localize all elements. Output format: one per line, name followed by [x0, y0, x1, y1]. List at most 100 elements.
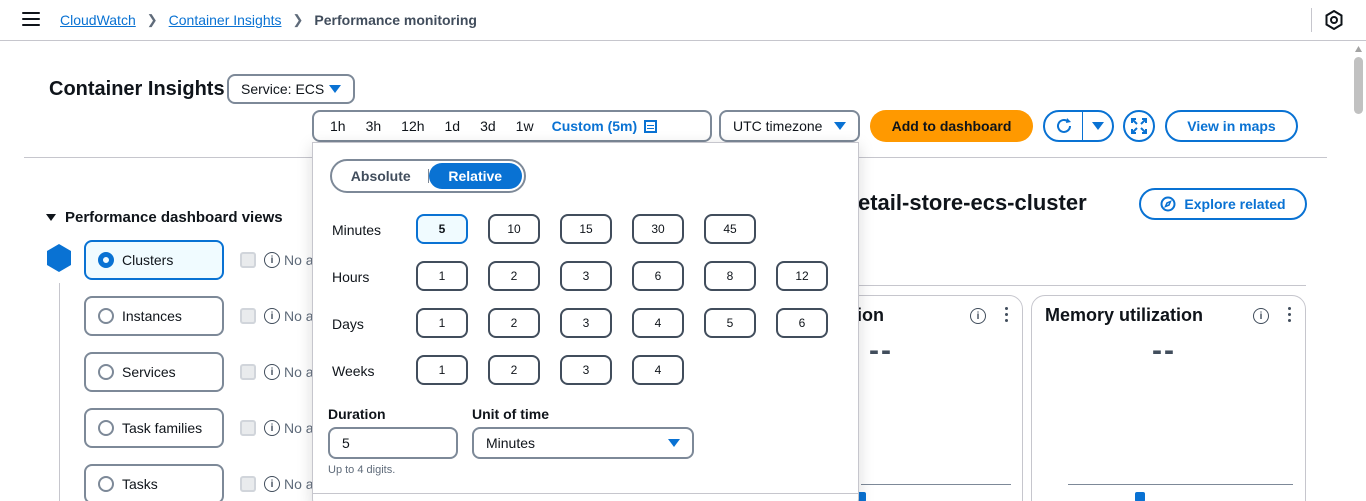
breadcrumb-container-insights[interactable]: Container Insights	[169, 12, 282, 28]
timezone-value: UTC timezone	[733, 118, 823, 134]
row-checkbox[interactable]	[240, 364, 256, 380]
chip-hours-12[interactable]: 12	[776, 261, 828, 291]
row-checkbox[interactable]	[240, 252, 256, 268]
chip-days-6[interactable]: 6	[776, 308, 828, 338]
chip-days-4[interactable]: 4	[632, 308, 684, 338]
mode-relative[interactable]: Relative	[428, 163, 522, 189]
chart-axis	[1068, 484, 1293, 485]
chip-hours-8[interactable]: 8	[704, 261, 756, 291]
cluster-name-heading: etail-store-ecs-cluster	[858, 190, 1087, 215]
range-option-custom[interactable]: Custom (5m)	[544, 118, 668, 134]
top-navigation: CloudWatch ❯ Container Insights ❯ Perfor…	[0, 0, 1366, 41]
refresh-button[interactable]	[1045, 112, 1083, 140]
group-label-hours: Hours	[332, 269, 370, 285]
info-icon[interactable]: i	[264, 308, 280, 324]
view-option-label: Services	[122, 364, 176, 380]
chip-weeks-2[interactable]: 2	[488, 355, 540, 385]
row-checkbox[interactable]	[240, 420, 256, 436]
divider	[858, 285, 1306, 286]
refresh-button-group	[1043, 110, 1114, 142]
chip-hours-3[interactable]: 3	[560, 261, 612, 291]
kebab-icon[interactable]	[1005, 307, 1009, 323]
chip-hours-1[interactable]: 1	[416, 261, 468, 291]
chip-minutes-5[interactable]: 5	[416, 214, 468, 244]
info-icon[interactable]: i	[264, 420, 280, 436]
range-option-12h[interactable]: 12h	[391, 118, 434, 134]
add-to-dashboard-button[interactable]: Add to dashboard	[870, 110, 1033, 142]
chip-minutes-30[interactable]: 30	[632, 214, 684, 244]
row-info-text: No a	[284, 308, 314, 324]
range-option-3h[interactable]: 3h	[356, 118, 392, 134]
info-icon[interactable]: i	[264, 476, 280, 492]
chip-days-2[interactable]: 2	[488, 308, 540, 338]
timezone-select[interactable]: UTC timezone	[719, 110, 860, 142]
calendar-icon	[644, 119, 658, 133]
duration-value: 5	[342, 435, 350, 451]
info-icon[interactable]: i	[1253, 308, 1269, 324]
caret-down-icon	[1091, 122, 1104, 130]
service-select-value: Service: ECS	[241, 81, 325, 97]
view-option-label: Instances	[122, 308, 182, 324]
breadcrumb-cloudwatch[interactable]: CloudWatch	[60, 12, 136, 28]
row-checkbox[interactable]	[240, 476, 256, 492]
view-in-maps-button[interactable]: View in maps	[1165, 110, 1298, 142]
explore-related-button[interactable]: Explore related	[1139, 188, 1307, 220]
chip-weeks-3[interactable]: 3	[560, 355, 612, 385]
view-option-label: Task families	[122, 420, 203, 436]
menu-icon[interactable]	[22, 12, 40, 28]
radio	[98, 420, 114, 436]
kebab-icon[interactable]	[1288, 307, 1292, 323]
radio	[98, 308, 114, 324]
compass-icon	[1160, 196, 1176, 212]
divider	[1311, 8, 1312, 32]
card-value: --	[869, 334, 893, 367]
fullscreen-button[interactable]	[1123, 110, 1155, 142]
view-option-tasks[interactable]: Tasks	[84, 464, 224, 501]
duration-input[interactable]: 5	[328, 427, 458, 459]
dashboard-views-toggle[interactable]: Performance dashboard views	[46, 209, 283, 226]
chip-days-1[interactable]: 1	[416, 308, 468, 338]
info-icon[interactable]: i	[264, 364, 280, 380]
chip-weeks-1[interactable]: 1	[416, 355, 468, 385]
breadcrumb-current: Performance monitoring	[314, 12, 477, 28]
radio	[98, 364, 114, 380]
service-select[interactable]: Service: ECS	[227, 74, 355, 104]
unit-of-time-select[interactable]: Minutes	[472, 427, 694, 459]
range-option-3d[interactable]: 3d	[470, 118, 506, 134]
date-range-picker-popup: Absolute Relative Minutes 5 10 15 30 45 …	[312, 142, 859, 501]
row-info-text: No a	[284, 364, 314, 380]
chip-hours-6[interactable]: 6	[632, 261, 684, 291]
scroll-up-arrow-icon[interactable]	[1354, 45, 1363, 53]
caret-down-icon	[668, 439, 680, 447]
row-info: i No a	[264, 252, 314, 268]
chip-minutes-45[interactable]: 45	[704, 214, 756, 244]
chip-hours-2[interactable]: 2	[488, 261, 540, 291]
scrollbar-thumb[interactable]	[1354, 57, 1363, 114]
chip-minutes-10[interactable]: 10	[488, 214, 540, 244]
view-option-task-families[interactable]: Task families	[84, 408, 224, 448]
view-option-instances[interactable]: Instances	[84, 296, 224, 336]
settings-hex-icon[interactable]	[1325, 10, 1343, 30]
range-option-1w[interactable]: 1w	[506, 118, 544, 134]
row-info: i No a	[264, 364, 314, 380]
range-option-1h[interactable]: 1h	[320, 118, 356, 134]
chip-days-5[interactable]: 5	[704, 308, 756, 338]
mode-absolute[interactable]: Absolute	[334, 163, 428, 189]
card-title: Memory utilization	[1045, 305, 1204, 325]
row-checkbox[interactable]	[240, 308, 256, 324]
chip-minutes-15[interactable]: 15	[560, 214, 612, 244]
metric-card-memory: Memory utilization -- i	[1031, 295, 1306, 501]
radio	[98, 476, 114, 492]
info-icon[interactable]: i	[970, 308, 986, 324]
radio-selected	[98, 252, 114, 268]
fullscreen-icon	[1131, 118, 1147, 134]
breadcrumb: CloudWatch ❯ Container Insights ❯ Perfor…	[60, 12, 477, 28]
chevron-right-icon: ❯	[146, 12, 158, 27]
view-option-services[interactable]: Services	[84, 352, 224, 392]
info-icon[interactable]: i	[264, 252, 280, 268]
chip-weeks-4[interactable]: 4	[632, 355, 684, 385]
view-option-clusters[interactable]: Clusters	[84, 240, 224, 280]
refresh-options-dropdown[interactable]	[1083, 112, 1112, 140]
chip-days-3[interactable]: 3	[560, 308, 612, 338]
range-option-1d[interactable]: 1d	[435, 118, 471, 134]
